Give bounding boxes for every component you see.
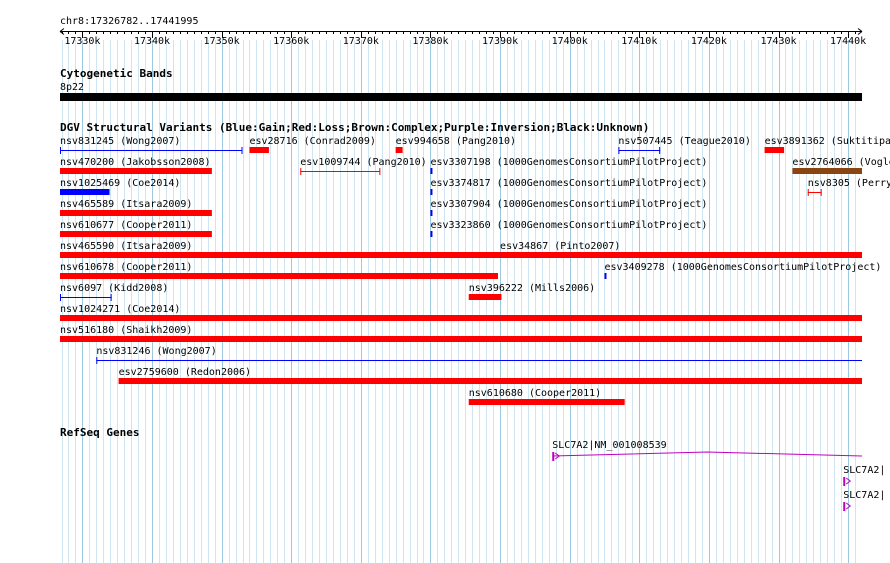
- variant-label: nsv516180 (Shaikh2009): [60, 325, 192, 336]
- cytoband-bar[interactable]: [60, 93, 862, 101]
- variant-bar[interactable]: [60, 231, 212, 237]
- variant-label: nsv465590 (Itsara2009): [60, 241, 192, 252]
- variant-label: esv3307198 (1000GenomesConsortiumPilotPr…: [430, 157, 707, 168]
- variant-bar[interactable]: [430, 231, 433, 237]
- gene-label: SLC7A2|NM_001008539: [552, 440, 666, 451]
- variant-label: nsv610677 (Cooper2011): [60, 220, 192, 231]
- variant-bar[interactable]: [249, 147, 269, 153]
- variant-label: nsv6097 (Kidd2008): [60, 283, 168, 294]
- gene-exon[interactable]: [552, 452, 555, 461]
- gene-label: SLC7A2|: [843, 490, 885, 501]
- variant-label: nsv1024271 (Coe2014): [60, 304, 180, 315]
- variant-bar[interactable]: [430, 189, 433, 195]
- variant-label: esv1009744 (Pang2010): [300, 157, 426, 168]
- grid-lines: [62, 40, 856, 563]
- variant-label: nsv831245 (Wong2007): [60, 136, 180, 147]
- variant-label: esv2764066 (Vogler2010): [792, 157, 890, 168]
- variant-label: nsv831246 (Wong2007): [96, 346, 216, 357]
- gene-label: SLC7A2|: [843, 465, 885, 476]
- gene-exon[interactable]: [843, 502, 846, 511]
- ruler-tick-label: 17430k: [760, 36, 796, 47]
- refseq-track-title: RefSeq Genes: [60, 426, 139, 439]
- ruler-tick-label: 17440k: [830, 36, 866, 47]
- ruler-tick-label: 17400k: [552, 36, 588, 47]
- ruler-tick-label: 17350k: [204, 36, 240, 47]
- variant-label: esv3374817 (1000GenomesConsortiumPilotPr…: [430, 178, 707, 189]
- variant-label: nsv470200 (Jakobsson2008): [60, 157, 211, 168]
- genome-browser-panel: chr8:17326782..17441995 17330k 17340k 1735…: [59, 16, 890, 563]
- ruler-tick-label: 17380k: [412, 36, 448, 47]
- gene-exon[interactable]: [843, 477, 846, 486]
- variant-bar[interactable]: [60, 315, 862, 321]
- variant-label: esv3409278 (1000GenomesConsortiumPilotPr…: [604, 262, 881, 273]
- cytoband-track-title: Cytogenetic Bands: [60, 67, 173, 80]
- variant-label: nsv507445 (Teague2010): [618, 136, 750, 147]
- ruler-tick-label: 17410k: [621, 36, 657, 47]
- variant-bar[interactable]: [430, 210, 433, 216]
- variant-bar[interactable]: [500, 252, 862, 258]
- ruler-tick-label: 17420k: [691, 36, 727, 47]
- variant-bar[interactable]: [118, 378, 862, 384]
- variant-bar[interactable]: [430, 168, 433, 174]
- variant-label: nsv465589 (Itsara2009): [60, 199, 192, 210]
- variant-label: nsv396222 (Mills2006): [469, 283, 595, 294]
- variant-label: esv3307904 (1000GenomesConsortiumPilotPr…: [430, 199, 707, 210]
- variant-label: esv2759600 (Redon2006): [119, 367, 251, 378]
- variant-label: nsv610678 (Cooper2011): [60, 262, 192, 273]
- cytoband-label: 8p22: [60, 82, 84, 93]
- variant-bar[interactable]: [60, 273, 498, 279]
- variant-label: nsv1025469 (Coe2014): [60, 178, 180, 189]
- variant-label: nsv610680 (Cooper2011): [469, 388, 601, 399]
- variant-bar[interactable]: [468, 399, 625, 405]
- ruler-tick-label: 17330k: [64, 36, 100, 47]
- variant-bar[interactable]: [764, 147, 785, 153]
- ruler-tick-label: 17360k: [273, 36, 309, 47]
- variant-label: esv3891362 (Suktitipat2014): [765, 136, 890, 147]
- variant-bar[interactable]: [60, 336, 862, 342]
- ruler-tick-label: 17390k: [482, 36, 518, 47]
- variant-bar[interactable]: [60, 210, 212, 216]
- variant-bar[interactable]: [60, 168, 212, 174]
- variant-label: esv994658 (Pang2010): [396, 136, 516, 147]
- variant-bar[interactable]: [60, 189, 110, 195]
- variant-label: esv34867 (Pinto2007): [500, 241, 620, 252]
- ruler-tick-label: 17370k: [343, 36, 379, 47]
- region-label: chr8:17326782..17441995: [60, 16, 198, 27]
- variant-label: esv3323860 (1000GenomesConsortiumPilotPr…: [430, 220, 707, 231]
- variant-bar[interactable]: [468, 294, 502, 300]
- variant-bar[interactable]: [792, 168, 862, 174]
- variant-label: nsv8305 (Perry2008): [808, 178, 890, 189]
- ruler-tick-label: 17340k: [134, 36, 170, 47]
- variant-bar[interactable]: [395, 147, 403, 153]
- dgv-track-title: DGV Structural Variants (Blue:Gain;Red:L…: [60, 121, 649, 134]
- variant-label: esv28716 (Conrad2009): [249, 136, 375, 147]
- variant-bar[interactable]: [604, 273, 607, 279]
- refseq-track[interactable]: SLC7A2|NM_001008539 SLC7A2| SLC7A2|: [552, 440, 885, 511]
